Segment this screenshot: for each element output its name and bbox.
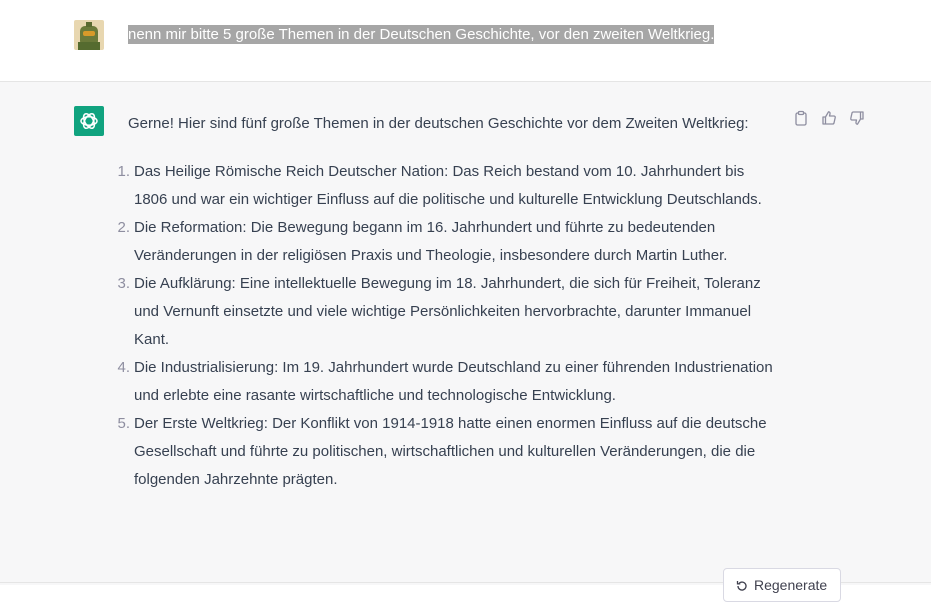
user-avatar-icon — [74, 20, 104, 50]
message-actions — [793, 110, 865, 126]
list-item: 5. Der Erste Weltkrieg: Der Konflikt von… — [117, 410, 778, 494]
list-item-text: Die Reformation: Die Bewegung begann im … — [134, 219, 728, 264]
user-message-highlight: nenn mir bitte 5 große Themen in der Deu… — [128, 25, 715, 44]
list-item: 4. Die Industrialisierung: Im 19. Jahrhu… — [117, 354, 778, 410]
user-avatar — [74, 20, 104, 50]
refresh-icon — [736, 581, 747, 591]
assistant-avatar — [74, 106, 104, 136]
clipboard-icon[interactable] — [793, 110, 809, 126]
list-item: 2. Die Reformation: Die Bewegung begann … — [117, 214, 778, 270]
openai-logo-icon — [80, 113, 98, 129]
list-item: 1. Das Heilige Römische Reich Deutscher … — [117, 158, 778, 214]
list-number: 1. — [117, 163, 130, 180]
answer-intro: Gerne! Hier sind fünf große Themen in de… — [128, 115, 749, 132]
assistant-message-text: Gerne! Hier sind fünf große Themen in de… — [117, 110, 778, 494]
regenerate-button[interactable]: Regenerate — [723, 568, 841, 602]
list-number: 2. — [117, 219, 130, 236]
list-number: 4. — [117, 359, 130, 376]
answer-list: 1. Das Heilige Römische Reich Deutscher … — [117, 158, 778, 494]
thumbs-down-icon[interactable] — [849, 110, 865, 126]
user-message-text: nenn mir bitte 5 große Themen in der Deu… — [128, 24, 715, 46]
list-item-text: Die Industrialisierung: Im 19. Jahrhunde… — [134, 359, 773, 404]
user-message-row: nenn mir bitte 5 große Themen in der Deu… — [0, 0, 931, 82]
assistant-message-row: Gerne! Hier sind fünf große Themen in de… — [0, 82, 931, 585]
list-item-text: Der Erste Weltkrieg: Der Konflikt von 19… — [134, 415, 767, 488]
thumbs-up-icon[interactable] — [821, 110, 837, 126]
list-item-text: Die Aufklärung: Eine intellektuelle Bewe… — [134, 275, 761, 348]
list-item-text: Das Heilige Römische Reich Deutscher Nat… — [134, 163, 762, 208]
list-item: 3. Die Aufklärung: Eine intellektuelle B… — [117, 270, 778, 354]
list-number: 5. — [117, 415, 130, 432]
list-number: 3. — [117, 275, 130, 292]
regenerate-label: Regenerate — [754, 577, 828, 593]
